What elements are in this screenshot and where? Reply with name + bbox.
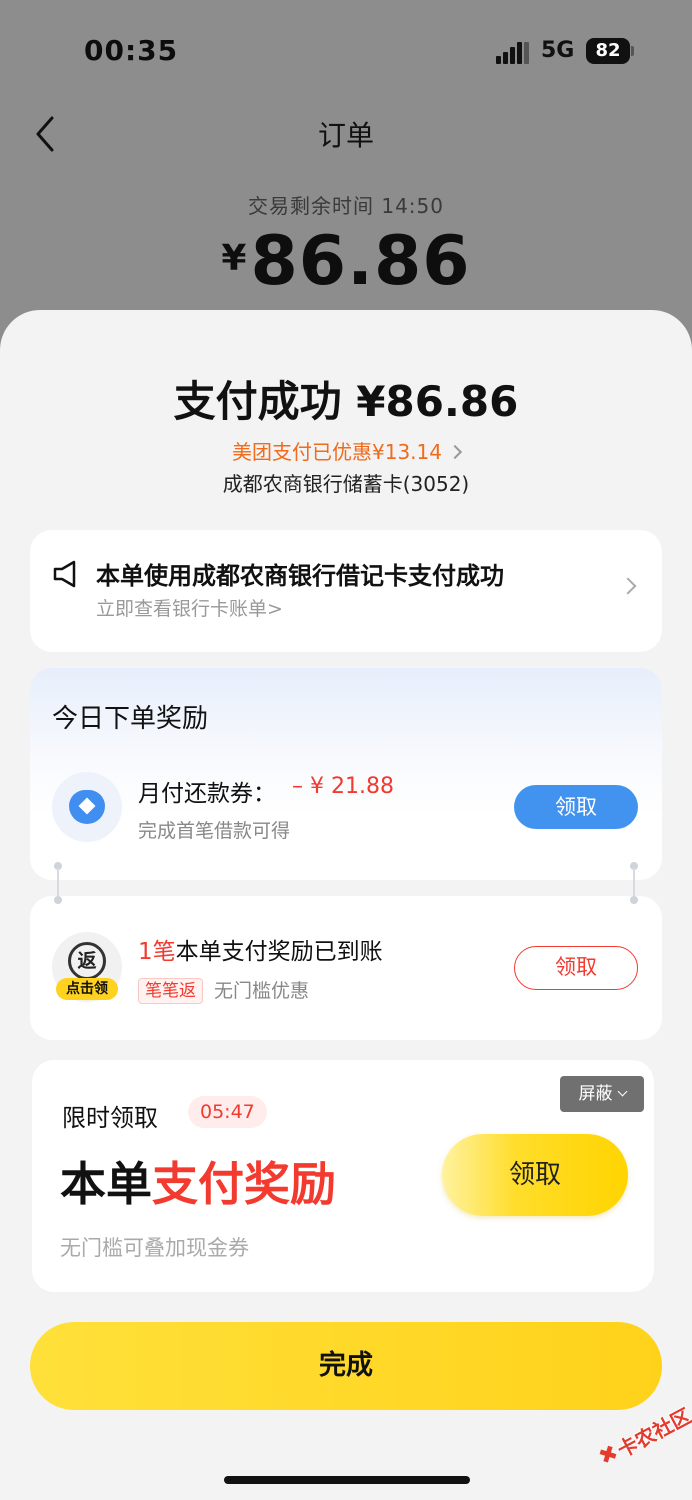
chevron-down-icon xyxy=(617,1086,627,1097)
daily-reward-card: 今日下单奖励 月付还款券： – ¥ 21.88 完成首笔借款可得 领取 xyxy=(30,668,662,880)
status-bar: 00:35 5G 82 xyxy=(0,0,692,100)
block-label: 屏蔽 xyxy=(578,1084,613,1104)
block-button[interactable]: 屏蔽 xyxy=(560,1076,644,1112)
cashback-char: 返 xyxy=(68,942,106,980)
page-title: 订单 xyxy=(317,119,374,152)
notice-title: 本单使用成都农商银行借记卡支付成功 xyxy=(96,562,504,590)
battery-tip xyxy=(631,46,634,56)
payment-result-sheet: 支付成功 ¥86.86 美团支付已优惠¥13.14 成都农商银行储蓄卡(3052… xyxy=(0,310,692,1500)
countdown-timer: 05:47 xyxy=(188,1096,267,1128)
home-indicator xyxy=(224,1476,470,1484)
coupon-icon xyxy=(52,772,122,842)
amount-value: 86.86 xyxy=(250,222,471,301)
coupon-condition: 完成首笔借款可得 xyxy=(138,820,291,842)
done-button[interactable]: 完成 xyxy=(30,1322,662,1410)
remaining-time: 交易剩余时间 14:50 xyxy=(248,194,444,218)
claim-coupon-button[interactable]: 领取 xyxy=(514,785,638,829)
claim-cashback-button[interactable]: 领取 xyxy=(514,946,638,990)
cashback-title: 1笔本单支付奖励已到账 xyxy=(138,932,383,966)
view-bill-link[interactable]: 立即查看银行卡账单> xyxy=(96,594,283,621)
coupon-name: 月付还款券： xyxy=(138,781,276,807)
big-title-black: 本单 xyxy=(60,1157,152,1211)
limited-subtitle: 无门槛可叠加现金券 xyxy=(60,1236,249,1260)
currency-symbol: ¥ xyxy=(221,238,247,279)
chevron-right-icon xyxy=(619,577,637,595)
payment-success-title: 支付成功 ¥86.86 xyxy=(173,377,519,426)
discount-text: 美团支付已优惠¥13.14 xyxy=(232,440,442,464)
limited-big-title: 本单支付奖励 xyxy=(60,1148,336,1214)
card-connector-right xyxy=(630,862,638,904)
claim-limited-button[interactable]: 领取 xyxy=(442,1134,628,1216)
cashback-icon[interactable]: 返 点击领 xyxy=(52,932,122,1002)
cashback-tag: 点击领 xyxy=(56,978,118,1000)
cashback-title-text: 本单支付奖励已到账 xyxy=(175,939,383,965)
cashback-card: 返 点击领 1笔本单支付奖励已到账 笔笔返 无门槛优惠 领取 xyxy=(30,896,662,1040)
big-title-red: 支付奖励 xyxy=(152,1157,336,1211)
limited-heading: 限时领取 xyxy=(62,1104,158,1132)
speaker-icon xyxy=(52,560,84,588)
chevron-right-icon xyxy=(447,444,463,460)
cashback-badge: 笔笔返 xyxy=(138,978,203,1004)
battery-icon: 82 xyxy=(586,38,630,64)
coupon-value: – ¥ 21.88 xyxy=(292,774,394,799)
reward-heading: 今日下单奖励 xyxy=(52,704,209,734)
order-amount: ¥86.86 xyxy=(0,222,692,301)
status-time: 00:35 xyxy=(84,34,179,67)
network-type: 5G xyxy=(541,38,575,63)
signal-icon xyxy=(496,40,530,64)
discount-link[interactable]: 美团支付已优惠¥13.14 xyxy=(0,436,692,465)
limited-offer-card: 限时领取 05:47 屏蔽 本单支付奖励 无门槛可叠加现金券 领取 xyxy=(32,1060,654,1292)
payment-card: 成都农商银行储蓄卡(3052) xyxy=(222,472,470,496)
cashback-subtitle: 无门槛优惠 xyxy=(214,980,310,1002)
card-connector-left xyxy=(54,862,62,904)
cashback-count: 1笔 xyxy=(138,939,176,965)
bank-notice-card[interactable]: 本单使用成都农商银行借记卡支付成功 立即查看银行卡账单> xyxy=(30,530,662,652)
